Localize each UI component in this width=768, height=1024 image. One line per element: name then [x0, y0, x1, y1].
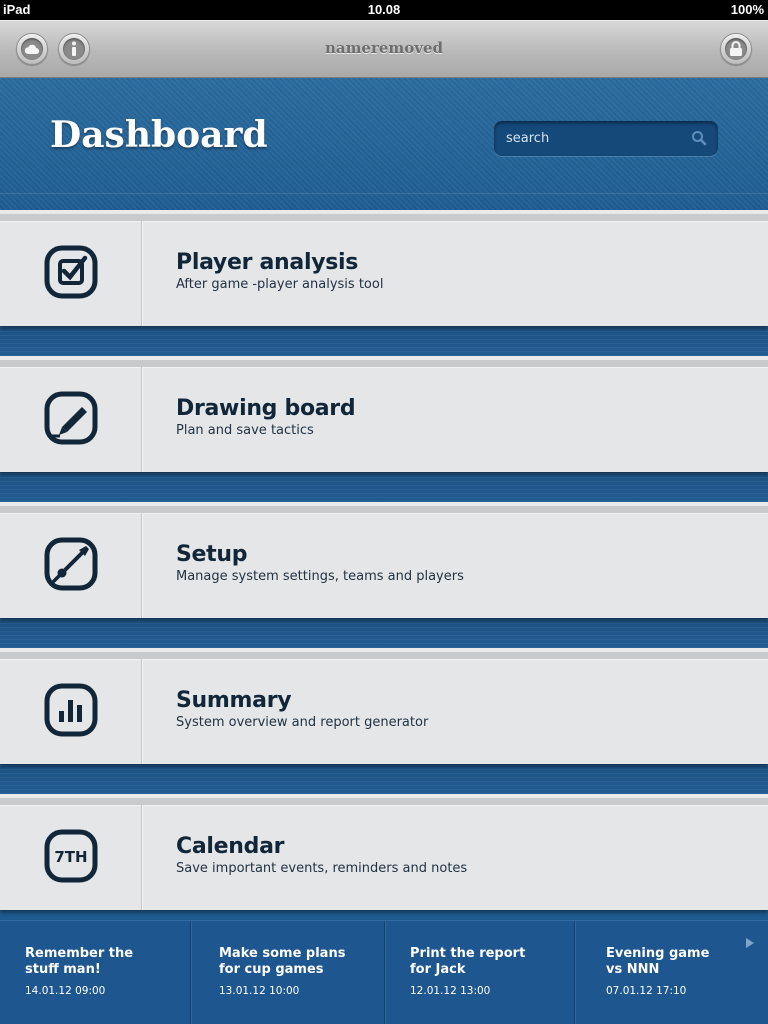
- checkbox-icon: [43, 244, 99, 304]
- item-title: Drawing board: [176, 396, 356, 421]
- item-subtitle: Save important events, reminders and not…: [176, 861, 468, 876]
- item-subtitle: Manage system settings, teams and player…: [176, 569, 464, 584]
- item-title: Summary: [176, 688, 292, 713]
- item-subtitle: After game -player analysis tool: [176, 277, 384, 292]
- note-date: 07.01.12 17:10: [606, 985, 687, 997]
- item-text: Drawing board Plan and save tactics: [176, 396, 356, 438]
- separator: [0, 618, 768, 648]
- menu-item-calendar[interactable]: 7TH Calendar Save important events, remi…: [0, 794, 768, 910]
- note-title: Evening game vs NNN: [606, 946, 710, 977]
- item-title: Setup: [176, 542, 248, 567]
- search-input[interactable]: [506, 128, 676, 148]
- next-arrow-icon[interactable]: [745, 934, 755, 953]
- item-subtitle: Plan and save tactics: [176, 423, 314, 438]
- notes-strip: Remember the stuff man! 14.01.12 09:00 M…: [0, 920, 768, 1024]
- note-title: Make some plans for cup games: [219, 946, 346, 977]
- note-date: 13.01.12 10:00: [219, 985, 300, 997]
- icon-cell: [0, 513, 142, 618]
- pencil-icon: [43, 390, 99, 450]
- note-date: 12.01.12 13:00: [410, 985, 491, 997]
- icon-cell: [0, 659, 142, 764]
- note-card[interactable]: Evening game vs NNN 07.01.12 17:10: [576, 921, 768, 1024]
- dashboard-menu: Player analysis After game -player analy…: [0, 210, 768, 910]
- separator: [0, 326, 768, 356]
- item-subtitle: System overview and report generator: [176, 715, 429, 730]
- separator: [0, 764, 768, 794]
- icon-cell: [0, 221, 142, 326]
- calendar-icon-text: 7TH: [54, 848, 87, 866]
- menu-item-summary[interactable]: Summary System overview and report gener…: [0, 648, 768, 764]
- app-title: nameremoved: [324, 39, 444, 57]
- dashboard-header: Dashboard: [0, 78, 768, 210]
- lock-button[interactable]: [720, 33, 752, 65]
- menu-item-drawing-board[interactable]: Drawing board Plan and save tactics: [0, 356, 768, 472]
- page-title: Dashboard: [50, 114, 268, 156]
- note-card[interactable]: Remember the stuff man! 14.01.12 09:00: [0, 921, 191, 1024]
- item-title: Calendar: [176, 834, 285, 859]
- note-card[interactable]: Make some plans for cup games 13.01.12 1…: [192, 921, 385, 1024]
- header-divider: [0, 193, 768, 194]
- item-text: Player analysis After game -player analy…: [176, 250, 383, 292]
- note-date: 14.01.12 09:00: [25, 985, 106, 997]
- item-text: Summary System overview and report gener…: [176, 688, 428, 730]
- note-title: Print the report for Jack: [410, 946, 526, 977]
- toolbar: nameremoved: [0, 20, 768, 78]
- menu-item-setup[interactable]: Setup Manage system settings, teams and …: [0, 502, 768, 618]
- menu-item-player-analysis[interactable]: Player analysis After game -player analy…: [0, 210, 768, 326]
- item-title: Player analysis: [176, 250, 359, 275]
- search-icon[interactable]: [691, 130, 707, 150]
- lock-icon: [725, 38, 747, 60]
- screwdriver-icon: [43, 536, 99, 596]
- search-box[interactable]: [494, 121, 718, 156]
- bar-chart-icon: [43, 682, 99, 742]
- item-text: Calendar Save important events, reminder…: [176, 834, 467, 876]
- status-bar: iPad 10.08 100%: [0, 0, 768, 20]
- separator: [0, 472, 768, 502]
- note-title: Remember the stuff man!: [25, 946, 134, 977]
- icon-cell: [0, 367, 142, 472]
- icon-cell: 7TH: [0, 805, 142, 910]
- status-time: 10.08: [367, 2, 401, 17]
- note-card[interactable]: Print the report for Jack 12.01.12 13:00: [386, 921, 575, 1024]
- item-text: Setup Manage system settings, teams and …: [176, 542, 464, 584]
- battery-level: 100%: [730, 2, 764, 17]
- calendar-7th-icon: 7TH: [43, 828, 99, 888]
